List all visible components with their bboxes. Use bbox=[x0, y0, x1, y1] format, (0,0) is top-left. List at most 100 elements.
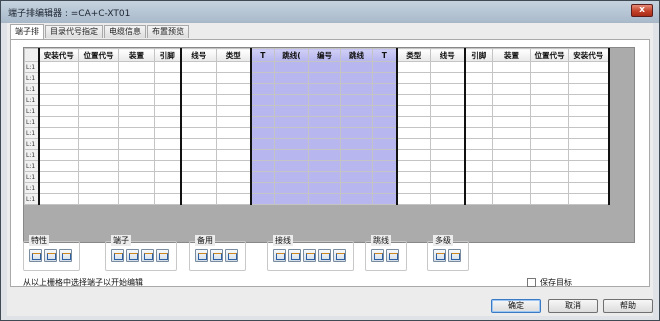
grid-cell[interactable] bbox=[340, 182, 373, 194]
grid-cell[interactable] bbox=[179, 160, 217, 172]
grid-cell[interactable] bbox=[530, 193, 569, 205]
grid-cell[interactable] bbox=[492, 105, 531, 117]
grid-cell[interactable] bbox=[492, 72, 531, 84]
grid-cell[interactable] bbox=[154, 171, 181, 183]
grid-cell[interactable] bbox=[118, 94, 155, 106]
terminal-multi-icon[interactable] bbox=[141, 249, 154, 262]
grid-cell[interactable] bbox=[274, 193, 309, 205]
help-button[interactable]: 帮助 bbox=[603, 299, 653, 313]
row-label[interactable]: L:1 bbox=[24, 149, 39, 161]
grid-cell[interactable] bbox=[37, 94, 79, 106]
grid-cell[interactable] bbox=[372, 127, 397, 139]
grid-cell[interactable] bbox=[118, 127, 155, 139]
tab-layout-preview[interactable]: 布置预览 bbox=[147, 25, 189, 38]
grid-cell[interactable] bbox=[118, 171, 155, 183]
grid-cell[interactable] bbox=[249, 149, 275, 161]
grid-cell[interactable] bbox=[216, 94, 251, 106]
grid-cell[interactable] bbox=[308, 94, 341, 106]
grid-cell[interactable] bbox=[274, 171, 309, 183]
edit-properties-icon[interactable] bbox=[29, 249, 42, 262]
grid-cell[interactable] bbox=[340, 116, 373, 128]
table-row[interactable]: L:1 bbox=[24, 138, 610, 150]
table-row[interactable]: L:1 bbox=[24, 182, 610, 194]
grid-cell[interactable] bbox=[492, 94, 531, 106]
grid-cell[interactable] bbox=[308, 171, 341, 183]
grid-cell[interactable] bbox=[78, 149, 119, 161]
grid-cell[interactable] bbox=[492, 127, 531, 139]
grid-cell[interactable] bbox=[308, 105, 341, 117]
grid-cell[interactable] bbox=[249, 182, 275, 194]
copy-properties-icon[interactable] bbox=[44, 249, 57, 262]
grid-cell[interactable] bbox=[249, 127, 275, 139]
grid-cell[interactable] bbox=[308, 61, 341, 73]
multilevel-link-icon[interactable] bbox=[448, 249, 461, 262]
terminal-grid-table[interactable]: 安装代号 位置代号 装置 引脚 线号 类型 T 跳线(编号 跳线 T 类型 线号 引脚 装置 位置代号 安装代… bbox=[24, 48, 610, 205]
grid-cell[interactable] bbox=[249, 193, 275, 205]
grid-cell[interactable] bbox=[216, 61, 251, 73]
row-label[interactable]: L:1 bbox=[24, 193, 39, 205]
grid-cell[interactable] bbox=[568, 182, 610, 194]
table-row[interactable]: L:1 bbox=[24, 149, 610, 161]
grid-cell[interactable] bbox=[78, 83, 119, 95]
column-header[interactable]: 编号 bbox=[308, 48, 341, 62]
grid-cell[interactable] bbox=[118, 149, 155, 161]
table-row[interactable]: L:1 bbox=[24, 83, 610, 95]
grid-cell[interactable] bbox=[308, 138, 341, 150]
column-header[interactable]: T bbox=[372, 48, 397, 62]
wire-move-icon[interactable] bbox=[318, 249, 331, 262]
grid-cell[interactable] bbox=[492, 61, 531, 73]
close-button[interactable]: x bbox=[631, 4, 653, 17]
column-header[interactable]: 位置代号 bbox=[78, 48, 119, 62]
grid-cell[interactable] bbox=[372, 83, 397, 95]
grid-cell[interactable] bbox=[179, 105, 217, 117]
grid-cell[interactable] bbox=[274, 83, 309, 95]
grid-cell[interactable] bbox=[463, 127, 493, 139]
grid-cell[interactable] bbox=[463, 171, 493, 183]
paste-properties-icon[interactable] bbox=[59, 249, 72, 262]
grid-cell[interactable] bbox=[340, 193, 373, 205]
column-header[interactable]: 跳线 bbox=[340, 48, 373, 62]
grid-cell[interactable] bbox=[118, 193, 155, 205]
row-label[interactable]: L:1 bbox=[24, 127, 39, 139]
grid-cell[interactable] bbox=[492, 149, 531, 161]
wire-list-icon[interactable] bbox=[288, 249, 301, 262]
grid-cell[interactable] bbox=[568, 116, 610, 128]
grid-cell[interactable] bbox=[463, 149, 493, 161]
grid-cell[interactable] bbox=[216, 138, 251, 150]
grid-cell[interactable] bbox=[78, 193, 119, 205]
grid-cell[interactable] bbox=[530, 138, 569, 150]
grid-cell[interactable] bbox=[463, 116, 493, 128]
grid-cell[interactable] bbox=[274, 94, 309, 106]
grid-cell[interactable] bbox=[154, 193, 181, 205]
grid-cell[interactable] bbox=[274, 116, 309, 128]
grid-cell[interactable] bbox=[216, 83, 251, 95]
grid-cell[interactable] bbox=[568, 160, 610, 172]
table-row[interactable]: L:1 bbox=[24, 160, 610, 172]
grid-cell[interactable] bbox=[568, 193, 610, 205]
column-header[interactable]: 装置 bbox=[118, 48, 155, 62]
row-label[interactable]: L:1 bbox=[24, 83, 39, 95]
grid-cell[interactable] bbox=[395, 138, 431, 150]
grid-cell[interactable] bbox=[340, 72, 373, 84]
grid-cell[interactable] bbox=[78, 116, 119, 128]
spare-remove-icon[interactable] bbox=[225, 249, 238, 262]
grid-cell[interactable] bbox=[463, 160, 493, 172]
grid-cell[interactable] bbox=[530, 105, 569, 117]
grid-cell[interactable] bbox=[372, 116, 397, 128]
grid-cell[interactable] bbox=[395, 149, 431, 161]
grid-cell[interactable] bbox=[118, 160, 155, 172]
grid-cell[interactable] bbox=[179, 83, 217, 95]
grid-cell[interactable] bbox=[216, 171, 251, 183]
grid-cell[interactable] bbox=[308, 193, 341, 205]
grid-cell[interactable] bbox=[530, 171, 569, 183]
grid-cell[interactable] bbox=[249, 171, 275, 183]
grid-cell[interactable] bbox=[37, 171, 79, 183]
grid-cell[interactable] bbox=[340, 61, 373, 73]
tab-terminal-strip[interactable]: 端子排 bbox=[10, 24, 44, 39]
grid-cell[interactable] bbox=[492, 160, 531, 172]
grid-cell[interactable] bbox=[249, 105, 275, 117]
grid-cell[interactable] bbox=[463, 105, 493, 117]
grid-cell[interactable] bbox=[430, 160, 465, 172]
grid-cell[interactable] bbox=[430, 127, 465, 139]
table-row[interactable]: L:1 bbox=[24, 105, 610, 117]
